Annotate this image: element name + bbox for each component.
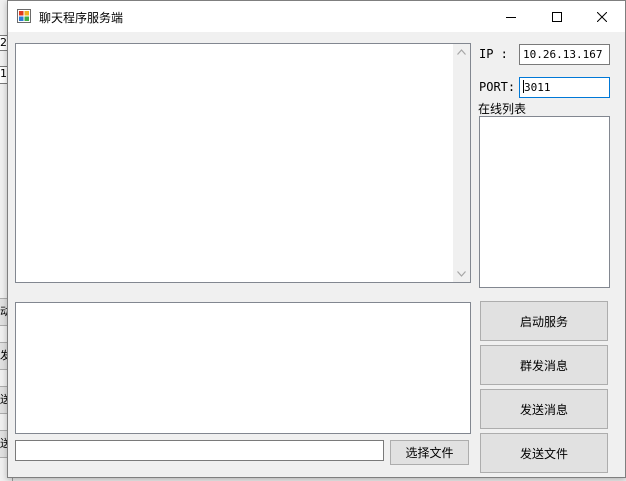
app-form-icon xyxy=(17,9,31,23)
start-service-button[interactable]: 启动服务 xyxy=(480,301,608,341)
chat-log-scrollbar[interactable] xyxy=(453,44,470,282)
send-file-button[interactable]: 发送文件 xyxy=(480,433,608,473)
window-title: 聊天程序服务端 xyxy=(39,11,124,25)
file-path-input[interactable] xyxy=(15,440,384,461)
online-list-label: 在线列表 xyxy=(478,102,527,116)
scroll-down-icon[interactable] xyxy=(457,271,466,277)
ip-input[interactable]: 10.26.13.167 xyxy=(519,44,610,65)
message-input-textbox[interactable] xyxy=(15,302,471,434)
server-window: 聊天程序服务端 IP : 10.26.13.167 PORT: 3011 在线列… xyxy=(7,0,626,478)
minimize-button[interactable] xyxy=(488,1,534,32)
close-icon xyxy=(597,11,607,22)
port-label: PORT: xyxy=(479,80,516,94)
minimize-icon xyxy=(506,16,516,18)
title-bar[interactable]: 聊天程序服务端 xyxy=(8,1,625,32)
choose-file-button[interactable]: 选择文件 xyxy=(390,440,469,465)
maximize-button[interactable] xyxy=(534,1,580,32)
port-input[interactable]: 3011 xyxy=(519,77,610,98)
ip-value: 10.26.13.167 xyxy=(523,48,603,61)
send-message-button[interactable]: 发送消息 xyxy=(480,389,608,429)
maximize-icon xyxy=(552,11,562,22)
port-value: 3011 xyxy=(524,81,551,94)
scroll-up-icon[interactable] xyxy=(457,49,466,55)
ip-label: IP : xyxy=(479,47,508,61)
chat-log-textbox[interactable] xyxy=(15,43,471,283)
broadcast-message-button[interactable]: 群发消息 xyxy=(480,345,608,385)
online-users-listbox[interactable] xyxy=(479,116,610,288)
close-button[interactable] xyxy=(579,1,625,32)
